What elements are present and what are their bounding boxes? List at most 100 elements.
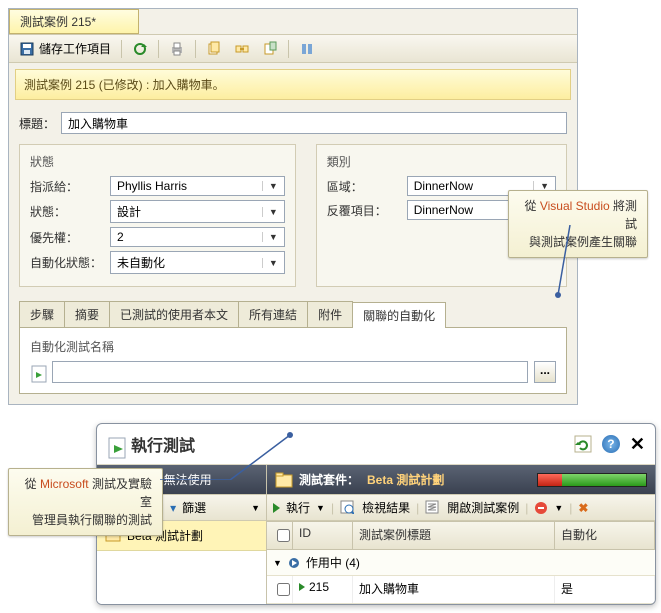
active-icon [299, 583, 305, 591]
grid-group[interactable]: ▼ 作用中 (4) [267, 550, 655, 576]
priority-dropdown[interactable]: 2▼ [110, 227, 285, 247]
state-dropdown[interactable]: 設計 ▼ [110, 200, 285, 223]
status-icon[interactable] [534, 501, 548, 515]
col-auto[interactable]: 自動化 [555, 522, 655, 549]
save-button[interactable]: 儲存工作項目 [15, 38, 115, 59]
cell-auto: 是 [555, 576, 655, 603]
progress-bar [537, 473, 647, 487]
title-label: 標題： [19, 115, 55, 132]
chevron-down-icon: ▼ [262, 258, 278, 268]
area-value: DinnerNow [414, 179, 473, 193]
print-icon [169, 41, 185, 57]
main-panel: 測試套件： Beta 測試計劃 執行 ▼ | 檢視結果 | 開啟測試案例 | [267, 465, 655, 604]
tab-tested[interactable]: 已測試的使用者本文 [109, 301, 239, 327]
run-tests-header: 執行測試 ? ✕ [97, 424, 655, 465]
grid-header: ID 測試案例標題 自動化 [267, 522, 655, 550]
toolbar: 儲存工作項目 [9, 34, 577, 63]
clear-button[interactable]: ✖ [578, 501, 588, 515]
open-testcase-button[interactable]: 開啟測試案例 [447, 499, 519, 516]
tab-summary[interactable]: 摘要 [64, 301, 110, 327]
collapse-icon: ▼ [273, 558, 282, 568]
chevron-down-icon: ▼ [554, 503, 563, 513]
autotest-name-input[interactable] [52, 361, 528, 383]
assigned-value: Phyllis Harris [117, 179, 187, 193]
chevron-down-icon: ▼ [316, 503, 325, 513]
iteration-value: DinnerNow [414, 203, 473, 217]
refresh-button[interactable] [574, 435, 592, 453]
suite-value: Beta 測試計劃 [367, 471, 444, 488]
open-testcase-icon [425, 500, 441, 516]
row-checkbox[interactable] [277, 583, 290, 596]
copy-icon [206, 41, 222, 57]
view-results-button[interactable]: 檢視結果 [362, 499, 410, 516]
col-id[interactable]: ID [293, 522, 353, 549]
browse-button[interactable]: ... [534, 361, 556, 383]
title-row: 標題： [9, 106, 577, 140]
assigned-label: 指派給： [30, 178, 110, 195]
tab-attachments[interactable]: 附件 [307, 301, 353, 327]
cell-id: 215 [293, 576, 353, 603]
select-all-checkbox[interactable] [277, 529, 290, 542]
refresh-button[interactable] [128, 39, 152, 59]
print-button[interactable] [165, 39, 189, 59]
info-bar: 測試案例 215 (已修改) : 加入購物車。 [15, 69, 571, 100]
state-label: 狀態： [30, 203, 110, 220]
filter-icon: ▾ [170, 501, 176, 515]
tab-links[interactable]: 所有連結 [238, 301, 308, 327]
help-button[interactable]: ? [602, 435, 620, 453]
autostate-value: 未自動化 [117, 254, 165, 271]
tab-header[interactable]: 測試案例 215* [9, 9, 139, 34]
tab-associated-automation[interactable]: 關聯的自動化 [352, 302, 446, 328]
run-arrow-icon [273, 503, 280, 513]
run-button[interactable]: 執行 [286, 499, 310, 516]
table-row[interactable]: 215 加入購物車 是 [267, 576, 655, 604]
priority-label: 優先權： [30, 229, 110, 246]
refresh-icon [132, 41, 148, 57]
link-button[interactable] [230, 39, 254, 59]
callout-visual-studio: 從 Visual Studio 將測試 與測試案例產生關聯 [508, 190, 648, 258]
view-results-icon [340, 500, 356, 516]
attach-icon [262, 41, 278, 57]
settings-button[interactable] [295, 39, 319, 59]
active-status-icon [288, 557, 300, 569]
suite-header: 測試套件： Beta 測試計劃 [267, 465, 655, 494]
chevron-down-icon: ▼ [262, 207, 278, 217]
run-test-icon [107, 436, 123, 452]
copy-button[interactable] [202, 39, 226, 59]
save-label: 儲存工作項目 [39, 40, 111, 57]
iteration-label: 反覆項目： [327, 202, 407, 219]
assigned-dropdown[interactable]: Phyllis Harris ▼ [110, 176, 285, 196]
link-icon [234, 41, 250, 57]
run-tests-title: 執行測試 [131, 432, 195, 456]
suite-icon [275, 472, 291, 488]
associated-automation-body: 自動化測試名稱 ... [19, 328, 567, 394]
autostate-dropdown[interactable]: 未自動化 ▼ [110, 251, 285, 274]
chevron-down-icon: ▼ [251, 503, 260, 513]
work-item-panel: 測試案例 215* 儲存工作項目 測試案例 215 (已修改) : 加入購物車。… [8, 8, 578, 405]
cell-title: 加入購物車 [353, 576, 555, 603]
test-grid: ID 測試案例標題 自動化 ▼ 作用中 (4) 215 加入購物車 是 [267, 521, 655, 604]
chevron-down-icon: ▼ [262, 232, 278, 242]
col-title[interactable]: 測試案例標題 [353, 522, 555, 549]
priority-value: 2 [117, 230, 124, 244]
filter-button[interactable]: 篩選 [182, 499, 206, 516]
autostate-label: 自動化狀態： [30, 254, 110, 271]
state-fieldset: 狀態 指派給：Phyllis Harris▼ 狀態：設計▼ 優先權：2▼ 自動化… [19, 144, 296, 287]
tab-steps[interactable]: 步驟 [19, 301, 65, 327]
settings-icon [299, 41, 315, 57]
chevron-down-icon: ▼ [262, 181, 278, 191]
test-icon [30, 364, 46, 380]
attach-button[interactable] [258, 39, 282, 59]
state-legend: 狀態 [30, 153, 285, 170]
category-legend: 類別 [327, 153, 556, 170]
area-label: 區域： [327, 178, 407, 195]
fields: 狀態 指派給：Phyllis Harris▼ 狀態：設計▼ 優先權：2▼ 自動化… [9, 140, 577, 297]
autotest-name-label: 自動化測試名稱 [30, 338, 556, 355]
save-icon [19, 41, 35, 57]
title-input[interactable] [61, 112, 567, 134]
group-label: 作用中 (4) [306, 554, 360, 571]
run-tests-panel: 執行測試 ? ✕ 組建 : 組建無法使用 執行 ▼ | ▾ [96, 423, 656, 605]
callout-mtm: 從 Microsoft 測試及實驗室 管理員執行關聯的測試 [8, 468, 163, 536]
close-button[interactable]: ✕ [630, 434, 645, 455]
state-value: 設計 [117, 203, 141, 220]
